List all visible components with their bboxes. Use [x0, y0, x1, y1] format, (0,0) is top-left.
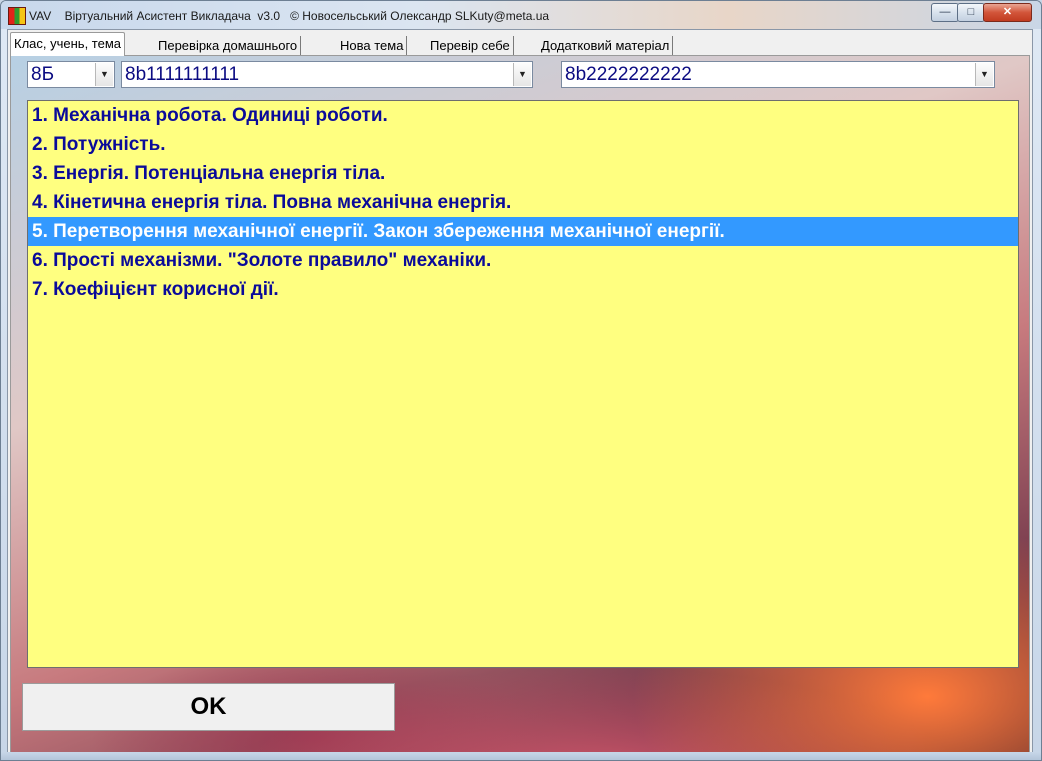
- maximize-icon: □: [967, 6, 975, 18]
- chevron-down-icon[interactable]: ▼: [513, 63, 531, 86]
- maximize-button[interactable]: □: [957, 3, 985, 22]
- student-select[interactable]: 8b1111111111 ▼: [121, 61, 533, 88]
- second-student-select-value: 8b2222222222: [565, 64, 692, 85]
- title-bar[interactable]: VAV Віртуальний Асистент Викладача v3.0 …: [1, 1, 1041, 29]
- topic-list[interactable]: 1. Механічна робота. Одиниці роботи. 2. …: [27, 100, 1019, 668]
- tab-class-student-topic[interactable]: Клас, учень, тема: [10, 32, 125, 56]
- list-item[interactable]: 2. Потужність.: [28, 130, 1018, 159]
- vav-app-icon[interactable]: [8, 7, 26, 25]
- class-select[interactable]: 8Б ▼: [27, 61, 115, 88]
- close-button[interactable]: ✕: [983, 3, 1032, 22]
- list-item[interactable]: 6. Прості механізми. "Золоте правило" ме…: [28, 246, 1018, 275]
- ok-button[interactable]: OK: [22, 683, 395, 731]
- minimize-icon: —: [939, 6, 951, 18]
- close-icon: ✕: [1002, 6, 1013, 18]
- tab-additional-material[interactable]: Додатковий матеріал: [538, 36, 674, 55]
- chevron-down-icon[interactable]: ▼: [975, 63, 993, 86]
- window-title: VAV Віртуальний Асистент Викладача v3.0 …: [29, 9, 550, 23]
- window-bottom-border: [1, 752, 1041, 760]
- class-select-value: 8Б: [31, 64, 55, 85]
- app-window: VAV Віртуальний Асистент Викладача v3.0 …: [0, 0, 1042, 761]
- tab-homework-check[interactable]: Перевірка домашнього: [155, 36, 302, 55]
- minimize-button[interactable]: —: [931, 3, 959, 22]
- tab-panel: 8Б ▼ 8b1111111111 ▼ 8b2222222222 ▼ 1. Ме…: [10, 55, 1030, 753]
- chevron-down-icon[interactable]: ▼: [95, 63, 113, 86]
- list-item-selected[interactable]: 5. Перетворення механічної енергії. Зако…: [28, 217, 1018, 246]
- list-item[interactable]: 1. Механічна робота. Одиниці роботи.: [28, 101, 1018, 130]
- list-item[interactable]: 3. Енергія. Потенціальна енергія тіла.: [28, 159, 1018, 188]
- list-item[interactable]: 7. Коефіцієнт корисної дії.: [28, 275, 1018, 304]
- second-student-select[interactable]: 8b2222222222 ▼: [561, 61, 995, 88]
- tab-self-check[interactable]: Перевір себе: [427, 36, 514, 55]
- tab-strip: Клас, учень, тема Перевірка домашнього Н…: [8, 30, 1032, 56]
- student-select-value: 8b1111111111: [125, 64, 240, 85]
- main-client-area: Клас, учень, тема Перевірка домашнього Н…: [7, 29, 1033, 754]
- tab-new-topic[interactable]: Нова тема: [337, 36, 408, 55]
- list-item[interactable]: 4. Кінетична енергія тіла. Повна механіч…: [28, 188, 1018, 217]
